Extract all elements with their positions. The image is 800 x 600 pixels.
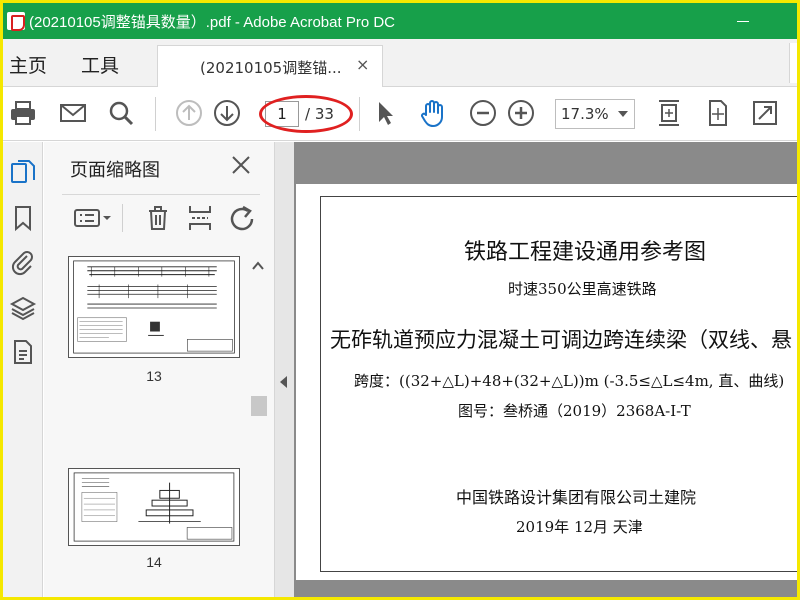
toolbar: 1 / 33 17.3% bbox=[3, 87, 797, 141]
document-main-title: 无砟轨道预应力混凝土可调边跨连续梁（双线、悬 bbox=[330, 328, 792, 352]
search-icon[interactable] bbox=[105, 97, 137, 129]
collapse-left-icon[interactable] bbox=[280, 376, 287, 388]
close-icon[interactable] bbox=[228, 152, 254, 178]
zoom-level-value: 17.3% bbox=[561, 105, 609, 123]
document-span: 跨度：((32+△L)+48+(32+△L))m (-3.5≤△L≤4m, 直、… bbox=[354, 372, 785, 390]
zoom-level-select[interactable]: 17.3% bbox=[555, 99, 635, 129]
next-page-icon[interactable] bbox=[211, 97, 243, 129]
scroll-up-icon[interactable] bbox=[252, 260, 264, 272]
page-thumbnail-14[interactable] bbox=[68, 468, 240, 546]
page-thumbnail-13[interactable] bbox=[68, 256, 240, 358]
document-view[interactable]: 铁路工程建设通用参考图 时速350公里高速铁路 无砟轨道预应力混凝土可调边跨连续… bbox=[294, 142, 797, 597]
pdf-page: 铁路工程建设通用参考图 时速350公里高速铁路 无砟轨道预应力混凝土可调边跨连续… bbox=[296, 184, 797, 580]
thumbnails-list: 13 14 bbox=[44, 256, 274, 597]
print-icon[interactable] bbox=[7, 97, 39, 129]
page-thumbnails-icon[interactable] bbox=[9, 158, 37, 186]
thumbnails-scrollbar[interactable] bbox=[248, 256, 268, 597]
options-menu-icon[interactable] bbox=[72, 202, 114, 234]
panel-title: 页面缩略图 bbox=[70, 160, 160, 181]
minimize-icon bbox=[737, 21, 749, 22]
menu-tab-row: 主页 工具 (20210105调整锚... × bbox=[3, 39, 797, 88]
tab-overflow-edge bbox=[789, 43, 797, 83]
left-navigation-rail bbox=[3, 142, 43, 597]
zoom-in-icon[interactable] bbox=[505, 97, 537, 129]
previous-page-icon[interactable] bbox=[173, 97, 205, 129]
document-date: 2019年 12月 天津 bbox=[516, 518, 643, 536]
document-tab-label: (20210105调整锚... bbox=[200, 59, 342, 77]
chevron-down-icon bbox=[618, 111, 628, 117]
hand-tool-icon[interactable] bbox=[417, 97, 449, 129]
page-document-icon[interactable] bbox=[9, 338, 37, 366]
toolbar-separator bbox=[122, 204, 123, 232]
scrollbar-thumb[interactable] bbox=[251, 396, 267, 416]
minimize-button[interactable] bbox=[721, 3, 765, 39]
document-tab[interactable]: (20210105调整锚... × bbox=[157, 45, 383, 88]
page-scale-icon[interactable] bbox=[701, 97, 733, 129]
window-title: (20210105调整锚具数量）.pdf - Adobe Acrobat Pro… bbox=[29, 14, 396, 31]
delete-icon[interactable] bbox=[142, 202, 174, 234]
fit-page-icon[interactable] bbox=[653, 97, 685, 129]
panel-collapse-strip[interactable] bbox=[274, 142, 294, 597]
panel-divider bbox=[62, 194, 260, 195]
menu-tools[interactable]: 工具 bbox=[81, 51, 119, 78]
document-organization: 中国铁路设计集团有限公司土建院 bbox=[456, 488, 697, 507]
email-icon[interactable] bbox=[57, 97, 89, 129]
application-window: (20210105调整锚具数量）.pdf - Adobe Acrobat Pro… bbox=[0, 0, 800, 600]
thumbnail-page-number: 13 bbox=[146, 368, 162, 384]
document-subtitle: 时速350公里高速铁路 bbox=[508, 280, 657, 298]
bookmarks-icon[interactable] bbox=[9, 204, 37, 232]
document-title: 铁路工程建设通用参考图 bbox=[464, 240, 707, 265]
zoom-out-icon[interactable] bbox=[467, 97, 499, 129]
thumbnail-page-number: 14 bbox=[146, 554, 162, 570]
document-drawing-number: 图号：叁桥通（2019）2368A-Ⅰ-T bbox=[458, 402, 691, 420]
toolbar-separator bbox=[155, 97, 156, 131]
tab-close-icon[interactable]: × bbox=[356, 55, 369, 74]
select-arrow-icon[interactable] bbox=[369, 97, 401, 129]
layers-icon[interactable] bbox=[9, 294, 37, 322]
attachments-icon[interactable] bbox=[9, 248, 37, 276]
rotate-icon[interactable] bbox=[226, 202, 258, 234]
acrobat-logo-icon bbox=[7, 12, 25, 31]
page-thumbnails-panel: 页面缩略图 13 14 bbox=[44, 142, 274, 597]
menu-home[interactable]: 主页 bbox=[9, 51, 47, 78]
document-bottom-gap bbox=[294, 580, 797, 597]
insert-pages-icon[interactable] bbox=[184, 202, 216, 234]
highlight-annotation-oval bbox=[259, 95, 353, 133]
title-bar: (20210105调整锚具数量）.pdf - Adobe Acrobat Pro… bbox=[3, 3, 797, 39]
toolbar-separator bbox=[359, 97, 360, 131]
full-screen-icon[interactable] bbox=[749, 97, 781, 129]
